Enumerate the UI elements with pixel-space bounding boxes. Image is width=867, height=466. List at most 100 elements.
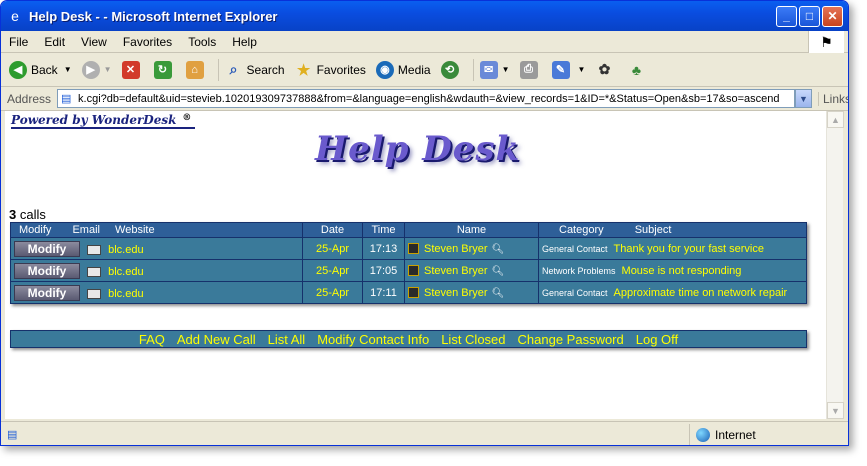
email-icon[interactable] bbox=[87, 244, 102, 255]
address-url: k.cgi?db=default&uid=stevieb.10201930973… bbox=[78, 92, 780, 105]
vertical-scrollbar[interactable]: ▲ ▼ bbox=[826, 111, 844, 419]
header-modify-email-website: Modify Email Website bbox=[10, 222, 303, 238]
help-desk-logo: Help Desk bbox=[315, 129, 521, 169]
category-text: General Contact bbox=[542, 243, 608, 254]
faq-link[interactable]: FAQ bbox=[139, 332, 165, 347]
forward-arrow-icon: ▶ bbox=[81, 60, 100, 79]
address-dropdown-button[interactable]: ▼ bbox=[795, 89, 812, 108]
date-cell: 25-Apr bbox=[302, 281, 363, 304]
menu-file[interactable]: File bbox=[1, 35, 36, 49]
edit-button[interactable]: ✎ ▼ bbox=[551, 60, 586, 79]
category-subject-cell: Network Problems Mouse is not responding bbox=[538, 259, 807, 282]
website-link[interactable]: blc.edu bbox=[108, 266, 143, 278]
edit-page-icon: ✎ bbox=[551, 60, 570, 79]
log-off-link[interactable]: Log Off bbox=[636, 332, 678, 347]
row-actions-cell: Modify blc.edu bbox=[10, 237, 303, 260]
row-actions-cell: Modify blc.edu bbox=[10, 259, 303, 282]
toolbar: ◀ Back ▼ ▶ ▼ ✕ ↻ ⌂ ⌕ Search ★ Favorites … bbox=[1, 53, 848, 87]
menu-bar: File Edit View Favorites Tools Help ⚑ bbox=[1, 31, 848, 53]
ie-window: e Help Desk - - Microsoft Internet Explo… bbox=[0, 0, 849, 446]
modify-button[interactable]: Modify bbox=[14, 262, 80, 279]
print-button[interactable]: ⎙ bbox=[519, 60, 542, 79]
calls-count: 3 calls bbox=[9, 207, 46, 222]
links-button[interactable]: Links bbox=[818, 91, 848, 106]
messenger-button[interactable]: ♣ bbox=[627, 61, 649, 79]
powered-by-link[interactable]: Powered by WonderDesk ® bbox=[11, 113, 196, 129]
calls-table: Modify Email Website Date Time Name Cate… bbox=[10, 222, 807, 304]
print-icon: ⎙ bbox=[519, 60, 538, 79]
search-button[interactable]: ⌕ Search bbox=[225, 61, 285, 79]
zone-label: Internet bbox=[715, 427, 756, 442]
edit-dropdown-icon[interactable]: ▼ bbox=[578, 65, 586, 74]
subject-link[interactable]: Mouse is not responding bbox=[622, 265, 742, 277]
menu-view[interactable]: View bbox=[73, 35, 115, 49]
menu-edit[interactable]: Edit bbox=[36, 35, 73, 49]
modify-button[interactable]: Modify bbox=[14, 240, 80, 257]
forward-dropdown-icon[interactable]: ▼ bbox=[104, 65, 112, 74]
subject-link[interactable]: Approximate time on network repair bbox=[614, 287, 788, 299]
col-category[interactable]: Category bbox=[559, 224, 604, 236]
email-icon[interactable] bbox=[87, 288, 102, 299]
date-cell: 25-Apr bbox=[302, 237, 363, 260]
discuss-icon: ✿ bbox=[598, 61, 611, 77]
name-link[interactable]: Steven Bryer bbox=[424, 287, 488, 299]
back-button[interactable]: ◀ Back ▼ bbox=[9, 60, 72, 79]
magnifier-icon[interactable]: 🔍︎ bbox=[492, 266, 505, 277]
scroll-up-arrow-icon[interactable]: ▲ bbox=[827, 111, 844, 128]
maximize-button[interactable]: □ bbox=[799, 5, 820, 27]
magnifier-icon[interactable]: 🔍︎ bbox=[492, 288, 505, 299]
modify-contact-info-link[interactable]: Modify Contact Info bbox=[317, 332, 429, 347]
name-link[interactable]: Steven Bryer bbox=[424, 243, 488, 255]
menu-favorites[interactable]: Favorites bbox=[115, 35, 180, 49]
menu-help[interactable]: Help bbox=[224, 35, 265, 49]
forward-button[interactable]: ▶ ▼ bbox=[81, 60, 112, 79]
history-button[interactable]: ⟲ bbox=[440, 60, 463, 79]
category-text: Network Problems bbox=[542, 265, 616, 276]
page-icon: ▤ bbox=[61, 92, 72, 105]
col-time[interactable]: Time bbox=[362, 222, 405, 238]
contact-card-icon[interactable] bbox=[408, 287, 419, 299]
website-link[interactable]: blc.edu bbox=[108, 244, 143, 256]
menu-tools[interactable]: Tools bbox=[180, 35, 224, 49]
contact-card-icon[interactable] bbox=[408, 265, 419, 277]
subject-link[interactable]: Thank you for your fast service bbox=[614, 243, 764, 255]
category-text: General Contact bbox=[542, 287, 608, 298]
col-subject[interactable]: Subject bbox=[635, 224, 672, 236]
refresh-icon: ↻ bbox=[153, 60, 172, 79]
change-password-link[interactable]: Change Password bbox=[518, 332, 624, 347]
mail-icon: ✉ bbox=[479, 60, 498, 79]
col-date[interactable]: Date bbox=[302, 222, 363, 238]
name-cell: Steven Bryer 🔍︎ bbox=[404, 259, 539, 282]
address-input[interactable]: ▤ k.cgi?db=default&uid=stevieb.102019309… bbox=[57, 89, 795, 108]
favorites-button[interactable]: ★ Favorites bbox=[295, 61, 366, 79]
header-category-subject: Category Subject bbox=[538, 222, 807, 238]
back-dropdown-icon[interactable]: ▼ bbox=[64, 65, 72, 74]
list-closed-link[interactable]: List Closed bbox=[441, 332, 505, 347]
home-button[interactable]: ⌂ bbox=[185, 60, 208, 79]
contact-card-icon[interactable] bbox=[408, 243, 419, 255]
mail-dropdown-icon[interactable]: ▼ bbox=[502, 65, 510, 74]
mail-button[interactable]: ✉ ▼ bbox=[479, 60, 510, 79]
minimize-button[interactable]: _ bbox=[776, 5, 797, 27]
magnifier-icon[interactable]: 🔍︎ bbox=[492, 244, 505, 255]
col-name[interactable]: Name bbox=[404, 222, 539, 238]
discuss-button[interactable]: ✿ bbox=[595, 61, 617, 79]
close-button[interactable]: ✕ bbox=[822, 5, 843, 27]
favorites-label: Favorites bbox=[316, 62, 366, 77]
refresh-button[interactable]: ↻ bbox=[153, 60, 176, 79]
email-icon[interactable] bbox=[87, 266, 102, 277]
media-button[interactable]: ◉ Media bbox=[375, 60, 431, 79]
add-new-call-link[interactable]: Add New Call bbox=[177, 332, 256, 347]
col-website: Website bbox=[115, 224, 155, 236]
list-all-link[interactable]: List All bbox=[268, 332, 306, 347]
page-content: Powered by WonderDesk ® Help Desk 3 calls… bbox=[5, 111, 826, 419]
home-icon: ⌂ bbox=[185, 60, 204, 79]
security-zone: Internet bbox=[689, 424, 839, 445]
stop-button[interactable]: ✕ bbox=[121, 60, 144, 79]
modify-button[interactable]: Modify bbox=[14, 284, 80, 301]
name-link[interactable]: Steven Bryer bbox=[424, 265, 488, 277]
page-status-icon: ▤ bbox=[7, 428, 18, 441]
website-link[interactable]: blc.edu bbox=[108, 288, 143, 300]
footer-nav: FAQ Add New Call List All Modify Contact… bbox=[10, 330, 807, 348]
scroll-down-arrow-icon[interactable]: ▼ bbox=[827, 402, 844, 419]
